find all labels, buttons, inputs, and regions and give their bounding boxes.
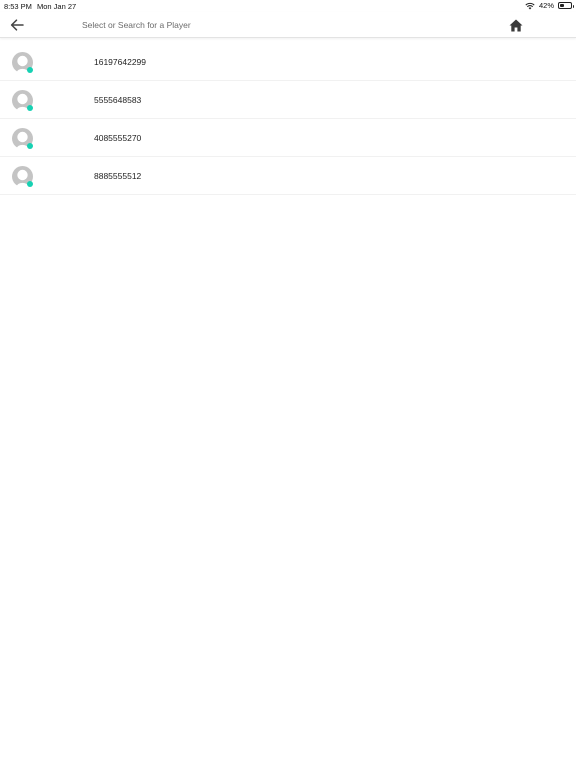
player-name: 5555648583 [94, 95, 142, 105]
status-indicators: 42% [525, 1, 574, 10]
player-name: 8885555512 [94, 171, 142, 181]
player-name: 4085555270 [94, 133, 142, 143]
back-button[interactable] [8, 16, 26, 34]
online-status-dot [27, 181, 33, 187]
avatar [12, 166, 33, 187]
status-bar: 8:53 PM Mon Jan 27 42% [0, 0, 576, 12]
avatar [12, 128, 33, 149]
online-status-dot [27, 143, 33, 149]
wifi-icon [525, 2, 535, 10]
battery-level [560, 4, 565, 7]
navigation-bar [0, 12, 576, 38]
player-search-input[interactable] [82, 16, 462, 34]
battery-percent: 42% [538, 1, 554, 10]
status-time: 8:53 PM [4, 2, 32, 11]
player-list: 16197642299 5555648583 4085555270 888555… [0, 43, 576, 195]
online-status-dot [27, 105, 33, 111]
player-row[interactable]: 4085555270 [0, 119, 576, 157]
home-icon [509, 19, 523, 31]
avatar [12, 52, 33, 73]
player-row[interactable]: 5555648583 [0, 81, 576, 119]
home-button[interactable] [507, 16, 525, 34]
player-row[interactable]: 8885555512 [0, 157, 576, 195]
avatar [12, 90, 33, 111]
online-status-dot [27, 67, 33, 73]
player-name: 16197642299 [94, 57, 147, 67]
status-date: Mon Jan 27 [37, 2, 77, 11]
arrow-left-icon [10, 19, 24, 31]
player-row[interactable]: 16197642299 [0, 43, 576, 81]
battery-icon [558, 2, 574, 9]
